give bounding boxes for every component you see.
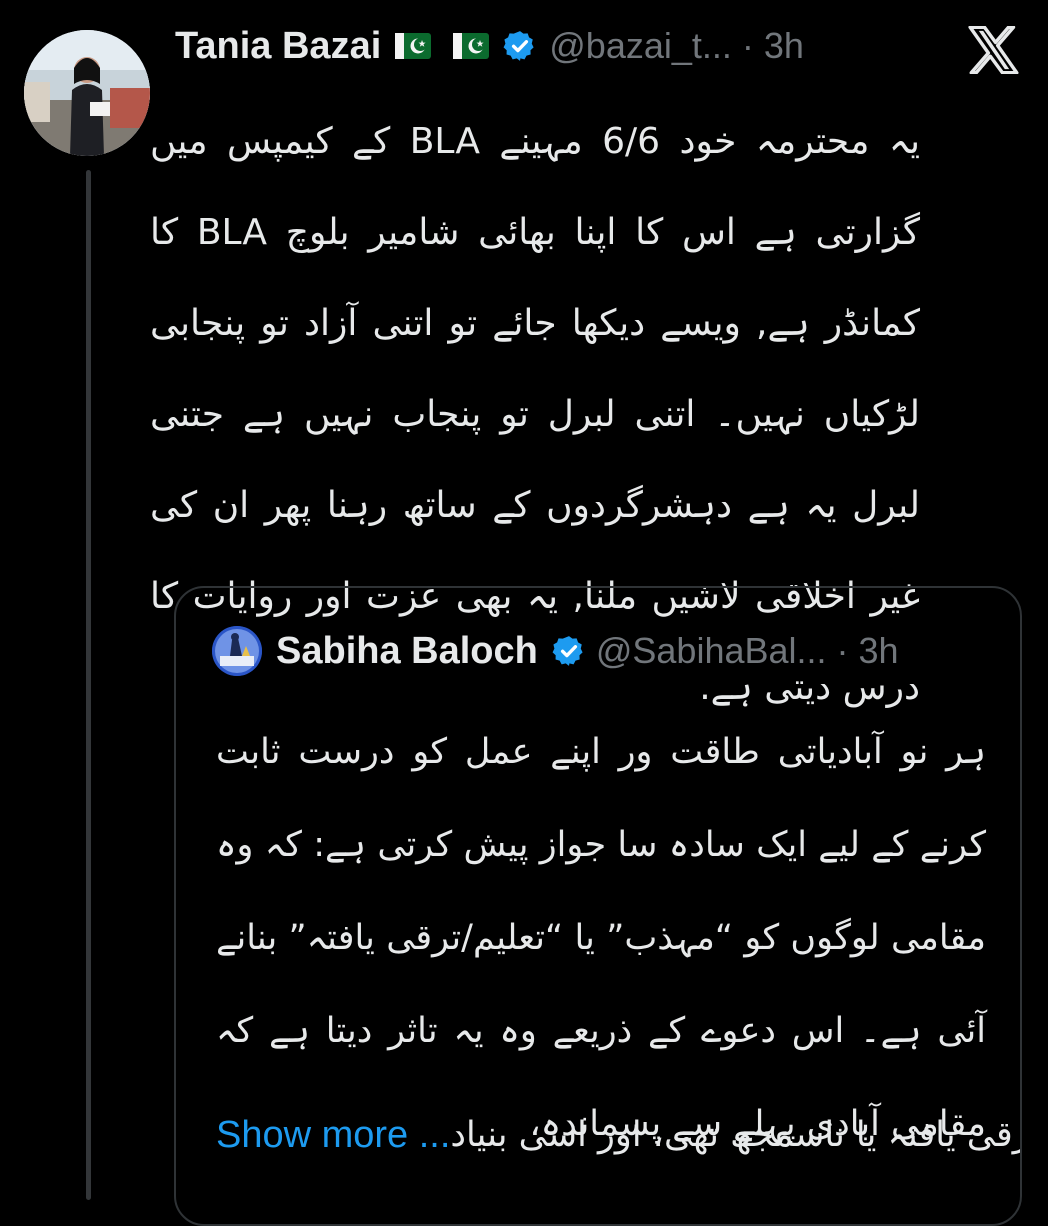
author-handle-time[interactable]: @bazai_t... · 3h (549, 25, 804, 67)
quoted-avatar[interactable] (212, 626, 262, 676)
verified-badge-icon (503, 31, 534, 61)
show-more-link[interactable]: Show more ... (216, 1114, 450, 1157)
quoted-avatar-image (212, 626, 262, 676)
separator-dot: · (731, 25, 764, 66)
quoted-truncated-text: غیر ترقی یافتہ یا ناسمجھ تھی، اور اسی بن… (450, 1115, 1020, 1155)
pakistan-flag-icon (395, 33, 432, 59)
verified-badge-icon (552, 636, 583, 666)
separator-dot: · (826, 630, 859, 671)
pakistan-flag-icon (453, 33, 490, 59)
quoted-timestamp[interactable]: 3h (859, 630, 899, 671)
quoted-tweet-header: Sabiha Baloch @SabihaBal... · 3h (212, 626, 899, 676)
quoted-author-handle[interactable]: @SabihaBal... (596, 630, 827, 671)
tweet-header: Tania Bazai @bazai_t... · 3h (175, 20, 804, 72)
quoted-handle-time[interactable]: @SabihaBal... · 3h (596, 630, 899, 672)
avatar-photo (24, 30, 150, 156)
timestamp[interactable]: 3h (764, 25, 804, 66)
quoted-last-line: Show more ... غیر ترقی یافتہ یا ناسمجھ ت… (216, 1100, 1020, 1170)
avatar[interactable] (24, 30, 150, 156)
x-logo-icon[interactable] (968, 26, 1020, 74)
author-handle[interactable]: @bazai_t... (549, 25, 732, 66)
thread-connector-line (86, 170, 91, 1200)
quoted-tweet-card[interactable]: Sabiha Baloch @SabihaBal... · 3h ہر نو آ… (174, 586, 1022, 1226)
author-name[interactable]: Tania Bazai (175, 25, 381, 68)
quoted-author-name[interactable]: Sabiha Baloch (276, 630, 538, 673)
